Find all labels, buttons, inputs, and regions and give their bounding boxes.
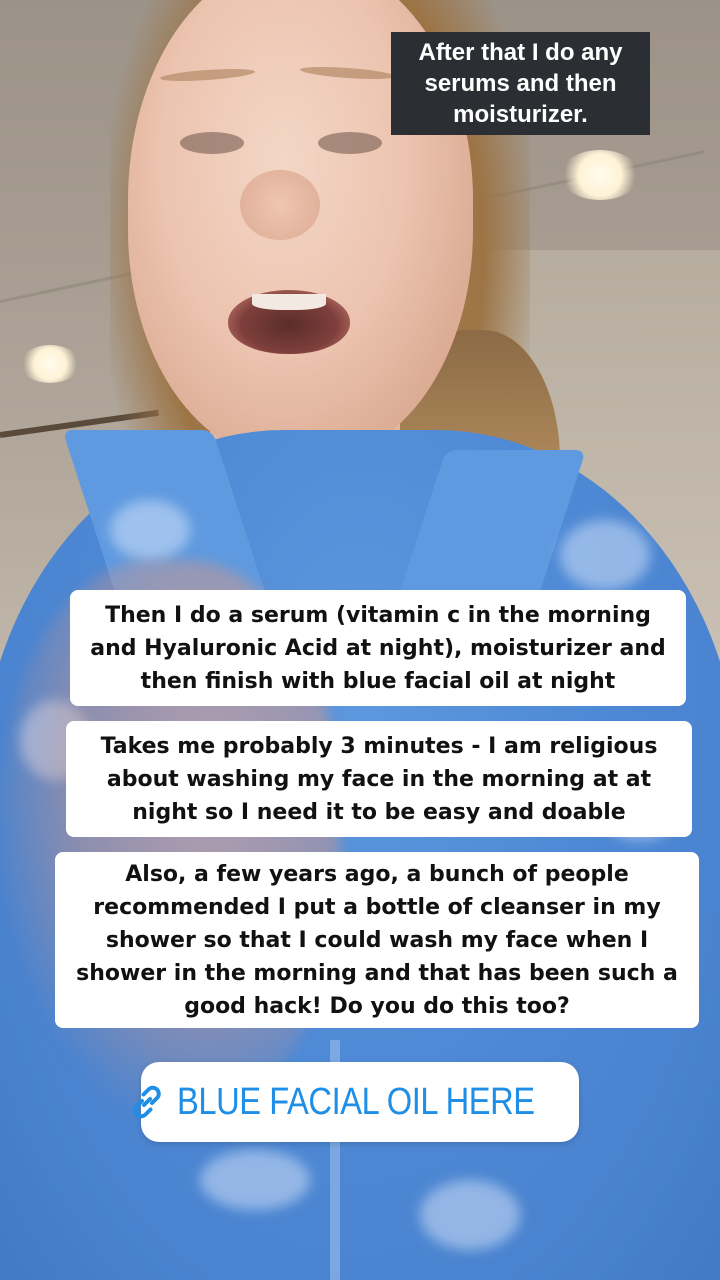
story-text: Also, a few years ago, a bunch of people… bbox=[76, 861, 678, 1019]
shirt-pattern bbox=[200, 1150, 310, 1210]
right-eye bbox=[318, 132, 382, 154]
ceiling-light bbox=[20, 345, 80, 383]
shirt-pattern bbox=[110, 500, 190, 560]
story-text: Then I do a serum (vitamin c in the morn… bbox=[90, 602, 666, 694]
story-text-box: Takes me probably 3 minutes - I am relig… bbox=[66, 721, 692, 837]
link-icon bbox=[127, 1080, 167, 1124]
left-eye bbox=[180, 132, 244, 154]
story-text-box: Also, a few years ago, a bunch of people… bbox=[55, 852, 699, 1028]
nose bbox=[240, 170, 320, 240]
link-sticker[interactable]: BLUE FACIAL OIL HERE bbox=[133, 1062, 579, 1142]
link-sticker-label: BLUE FACIAL OIL HERE bbox=[177, 1080, 535, 1123]
caption-top: After that I do any serums and then mois… bbox=[391, 32, 650, 135]
story-text: Takes me probably 3 minutes - I am relig… bbox=[100, 733, 658, 825]
story-text-box: Then I do a serum (vitamin c in the morn… bbox=[70, 590, 686, 706]
shirt-pattern bbox=[420, 1180, 520, 1250]
teeth bbox=[252, 294, 326, 310]
shirt-pattern bbox=[560, 520, 650, 590]
ceiling-light bbox=[560, 150, 640, 200]
